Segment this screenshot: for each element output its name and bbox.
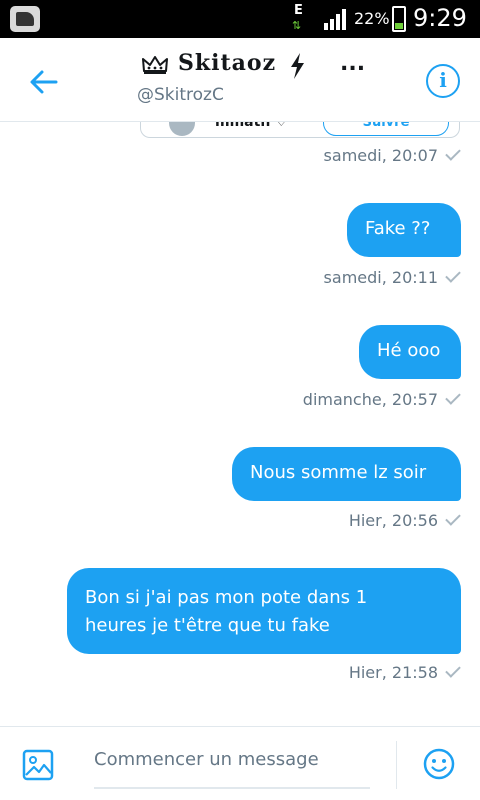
read-check-icon: [445, 510, 461, 526]
message-timestamp: samedi, 20:07: [323, 146, 438, 165]
avatar: [169, 122, 195, 136]
crown-icon: [142, 56, 168, 74]
message-bubble[interactable]: Nous somme lz soir: [232, 447, 461, 501]
message-timestamp: samedi, 20:11: [323, 268, 438, 287]
message-meta: samedi, 20:11: [323, 267, 461, 287]
message-text: Nous somme lz soir: [250, 462, 427, 483]
message-meta: Hier, 21:58: [348, 662, 461, 682]
clock: 9:29: [413, 4, 467, 32]
message-text-line: heures je t'être que tu fake: [85, 615, 330, 636]
network-type-label: E: [294, 3, 303, 18]
read-check-icon: [445, 389, 461, 405]
shared-profile-card[interactable]: mmath ♡ Suivre: [140, 122, 460, 138]
status-bar: E ⇅ 22% 9:29: [0, 0, 480, 38]
battery-icon: [392, 6, 406, 32]
back-arrow-icon[interactable]: [22, 60, 66, 104]
read-check-icon: [445, 662, 461, 678]
message-composer: Commencer un message: [0, 726, 480, 800]
message-bubble[interactable]: Fake ??: [347, 203, 461, 257]
message-meta: samedi, 20:07: [323, 145, 461, 165]
read-check-icon: [445, 267, 461, 283]
message-timestamp: dimanche, 20:57: [302, 390, 438, 409]
photo-icon[interactable]: [22, 749, 54, 781]
message-text: Fake ??: [365, 218, 431, 239]
message-bubble[interactable]: Bon si j'ai pas mon pote dans 1 heures j…: [67, 568, 461, 654]
card-name: mmath ♡: [215, 122, 288, 130]
conversation-title: Skitaoz: [178, 50, 277, 76]
info-icon[interactable]: i: [426, 64, 460, 98]
app-notification-icon: [10, 6, 40, 32]
conversation-handle: @SkitrozC: [137, 85, 224, 105]
emoji-icon[interactable]: [422, 747, 456, 781]
message-text-line: Bon si j'ai pas mon pote dans 1: [85, 587, 368, 608]
read-check-icon: [445, 145, 461, 161]
more-options-label: ...: [340, 51, 366, 76]
message-text: Hé ooo: [377, 340, 441, 361]
conversation-header: Skitaoz ... @SkitrozC i: [0, 38, 480, 122]
follow-button[interactable]: Suivre: [323, 122, 449, 136]
data-activity-icon: ⇅: [292, 19, 302, 32]
message-timestamp: Hier, 20:56: [348, 511, 438, 530]
message-meta: dimanche, 20:57: [302, 389, 461, 409]
battery-percent: 22%: [354, 9, 390, 28]
composer-divider: [396, 741, 397, 789]
lightning-icon: [291, 53, 304, 79]
signal-icon: [324, 9, 346, 30]
message-meta: Hier, 20:56: [348, 510, 461, 530]
message-bubble[interactable]: Hé ooo: [359, 325, 461, 379]
message-timestamp: Hier, 21:58: [348, 663, 438, 682]
message-input-placeholder: Commencer un message: [94, 749, 319, 770]
message-input[interactable]: Commencer un message: [94, 745, 370, 789]
